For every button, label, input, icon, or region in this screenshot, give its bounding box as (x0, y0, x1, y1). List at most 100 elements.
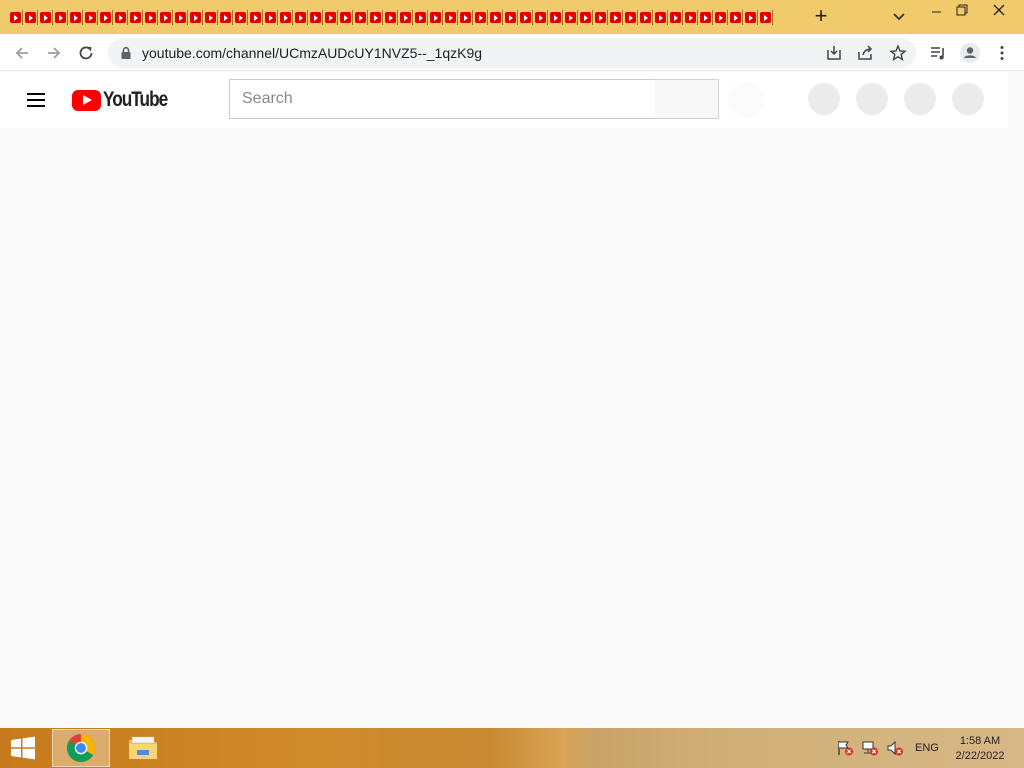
browser-tab[interactable] (218, 9, 233, 26)
action-center-icon[interactable] (836, 740, 854, 756)
browser-tab[interactable] (263, 9, 278, 26)
browser-tab[interactable] (38, 9, 53, 26)
browser-tab[interactable] (563, 9, 578, 26)
browser-tab[interactable] (83, 9, 98, 26)
browser-tab[interactable] (308, 9, 323, 26)
browser-tab[interactable] (128, 9, 143, 26)
browser-tab[interactable] (53, 9, 68, 26)
browser-tab[interactable] (383, 9, 398, 26)
browser-menu-button[interactable] (988, 39, 1016, 67)
youtube-favicon-icon (655, 12, 666, 23)
browser-tab[interactable] (353, 9, 368, 26)
arrow-right-icon (48, 47, 61, 59)
new-tab-button[interactable]: + (809, 5, 833, 29)
restore-button[interactable] (945, 0, 979, 30)
browser-tab[interactable] (503, 9, 518, 26)
youtube-favicon-icon (685, 12, 696, 23)
search-input[interactable] (230, 80, 655, 118)
browser-tab[interactable] (443, 9, 458, 26)
youtube-favicon-icon (595, 12, 606, 23)
browser-tab[interactable] (158, 9, 173, 26)
browser-tab[interactable] (743, 9, 758, 26)
browser-tab[interactable] (248, 9, 263, 26)
avatar-placeholder (952, 83, 984, 115)
youtube-favicon-icon (700, 12, 711, 23)
browser-tab[interactable] (653, 9, 668, 26)
reload-button[interactable] (72, 39, 100, 67)
share-button[interactable] (854, 43, 876, 63)
start-button[interactable] (8, 736, 38, 760)
page-content-loading (0, 128, 1008, 728)
youtube-favicon-icon (475, 12, 486, 23)
browser-tab[interactable] (413, 9, 428, 26)
tab-search-button[interactable] (887, 7, 911, 27)
back-button[interactable] (8, 39, 36, 67)
system-clock[interactable]: 1:58 AM 2/22/2022 (944, 734, 1016, 764)
browser-tab[interactable] (173, 9, 188, 26)
browser-tab[interactable] (593, 9, 608, 26)
star-icon (889, 44, 907, 61)
browser-tab[interactable] (473, 9, 488, 26)
network-icon[interactable] (861, 740, 879, 756)
youtube-logo[interactable]: YouTube (72, 88, 181, 112)
browser-tab[interactable] (323, 9, 338, 26)
browser-tab[interactable] (683, 9, 698, 26)
profile-button[interactable] (956, 39, 984, 67)
browser-tab[interactable] (233, 9, 248, 26)
taskbar-chrome[interactable] (52, 729, 110, 767)
browser-tab[interactable] (293, 9, 308, 26)
browser-tab[interactable] (488, 9, 503, 26)
voice-search-placeholder (728, 82, 764, 118)
browser-tab[interactable] (638, 9, 653, 26)
browser-tab[interactable] (428, 9, 443, 26)
address-bar[interactable]: youtube.com/channel/UCmzAUDcUY1NVZ5--_1q… (108, 38, 916, 68)
browser-tab[interactable] (548, 9, 563, 26)
browser-tab[interactable] (188, 9, 203, 26)
youtube-favicon-icon (550, 12, 561, 23)
browser-tab[interactable] (68, 9, 83, 26)
tab-separator (772, 10, 773, 25)
browser-tab[interactable] (458, 9, 473, 26)
youtube-favicon-icon (715, 12, 726, 23)
search-button[interactable] (655, 79, 719, 119)
close-window-button[interactable] (982, 0, 1016, 30)
browser-tab[interactable] (533, 9, 548, 26)
browser-tab[interactable] (398, 9, 413, 26)
browser-tab[interactable] (203, 9, 218, 26)
youtube-favicon-icon (355, 12, 366, 23)
browser-tab[interactable] (578, 9, 593, 26)
bookmark-button[interactable] (887, 43, 909, 63)
browser-tab[interactable] (698, 9, 713, 26)
browser-tab[interactable] (518, 9, 533, 26)
youtube-favicon-icon (760, 12, 771, 23)
browser-tab[interactable] (368, 9, 383, 26)
browser-tab[interactable] (8, 9, 23, 26)
guide-menu-button[interactable] (24, 88, 48, 112)
browser-tab[interactable] (98, 9, 113, 26)
browser-tab[interactable] (668, 9, 683, 26)
taskbar-file-explorer[interactable] (114, 729, 172, 767)
browser-tab[interactable] (713, 9, 728, 26)
reading-list-button[interactable] (924, 39, 952, 67)
forward-button[interactable] (40, 39, 68, 67)
input-language[interactable]: ENG (915, 742, 939, 754)
page-scrollbar[interactable] (1008, 72, 1024, 728)
youtube-favicon-icon (115, 12, 126, 23)
taskbar: ENG 1:58 AM 2/22/2022 (0, 728, 1024, 768)
browser-tab[interactable] (143, 9, 158, 26)
browser-tab[interactable] (758, 9, 773, 26)
youtube-favicon-icon (415, 12, 426, 23)
browser-tab[interactable] (623, 9, 638, 26)
youtube-favicon-icon (640, 12, 651, 23)
youtube-favicon-icon (460, 12, 471, 23)
browser-tab[interactable] (113, 9, 128, 26)
browser-tab[interactable] (23, 9, 38, 26)
browser-tab[interactable] (608, 9, 623, 26)
browser-tab[interactable] (728, 9, 743, 26)
more-vert-icon (1000, 46, 1004, 60)
browser-tab[interactable] (338, 9, 353, 26)
header-button-placeholder (904, 83, 936, 115)
install-app-button[interactable] (823, 43, 845, 63)
browser-tab[interactable] (278, 9, 293, 26)
volume-icon[interactable] (886, 740, 904, 756)
